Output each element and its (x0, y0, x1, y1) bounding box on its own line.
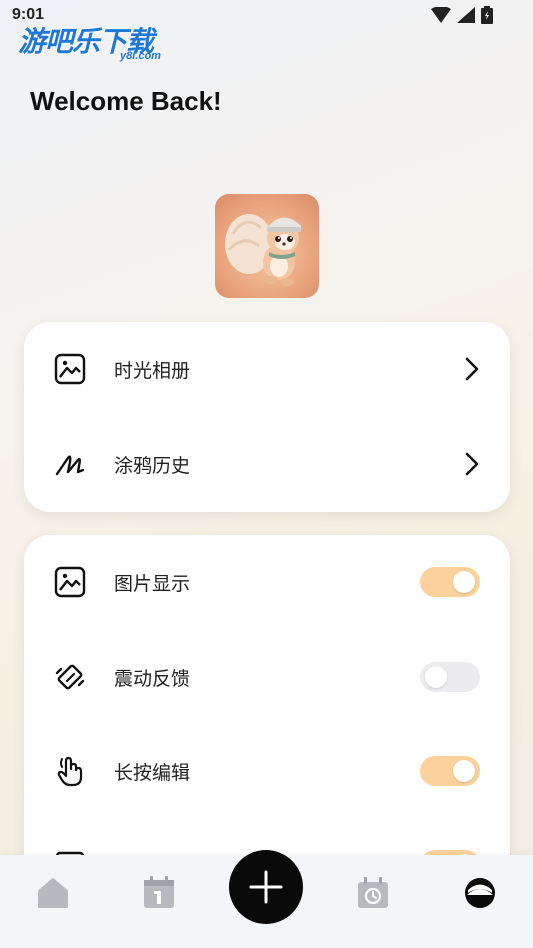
avatar[interactable] (215, 194, 319, 298)
add-button[interactable] (229, 850, 303, 924)
setting-label: 图片显示 (114, 572, 191, 595)
setting-label: 长按编辑 (114, 761, 191, 784)
add-icon (249, 870, 283, 904)
chevron-right-icon (465, 452, 479, 476)
menu-item-label: 时光相册 (114, 359, 191, 382)
calendar-icon[interactable] (141, 875, 177, 911)
image-icon (54, 353, 86, 385)
setting-long-press-edit: 长按编辑 (24, 741, 510, 801)
menu-card: 时光相册 涂鸦历史 (24, 322, 510, 512)
setting-image-display: 图片显示 (24, 552, 510, 612)
toggle-knob (425, 666, 447, 688)
long-press-edit-toggle[interactable] (420, 756, 480, 786)
vibrate-icon (55, 664, 85, 690)
home-icon[interactable] (35, 875, 71, 911)
image-display-toggle[interactable] (420, 567, 480, 597)
menu-item-album[interactable]: 时光相册 (24, 339, 510, 399)
toggle-knob (453, 571, 475, 593)
profile-icon[interactable] (462, 875, 498, 911)
status-icons (431, 6, 493, 24)
squirrel-illustration (225, 214, 301, 286)
vibration-feedback-toggle[interactable] (420, 662, 480, 692)
signal-icon (457, 7, 475, 23)
chevron-right-icon (465, 357, 479, 381)
menu-item-label: 涂鸦历史 (114, 454, 191, 477)
image-icon (54, 566, 86, 598)
watermark-domain: y8l.com (120, 50, 161, 62)
battery-icon (481, 6, 493, 24)
scribble-icon (55, 455, 85, 476)
hand-pointer-icon (57, 756, 83, 787)
toggle-knob (453, 760, 475, 782)
alarm-icon[interactable] (355, 875, 391, 911)
settings-card: 图片显示 震动反馈 长按编辑 (24, 535, 510, 895)
menu-item-doodle-history[interactable]: 涂鸦历史 (24, 434, 510, 494)
setting-label: 震动反馈 (114, 667, 191, 690)
wifi-icon (431, 7, 451, 23)
page-title: Welcome Back! (30, 86, 222, 116)
setting-vibration-feedback: 震动反馈 (24, 647, 510, 707)
